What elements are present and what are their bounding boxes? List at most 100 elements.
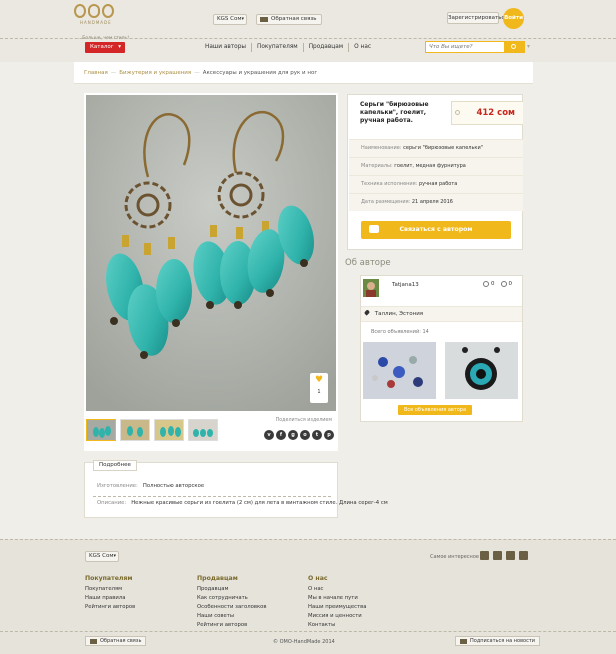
all-author-ads-button[interactable]: Все объявления автора (398, 405, 472, 415)
thumbnail-strip (86, 419, 218, 441)
share-label: Поделиться изделием (275, 418, 332, 423)
info-value: 21 апреля 2016 (411, 199, 453, 205)
thumbnail[interactable] (188, 419, 218, 441)
divider (93, 496, 331, 497)
currency-value: KGS Сом (217, 16, 242, 22)
footer-link[interactable]: Рейтинги авторов (85, 603, 135, 612)
tag-hole-icon (455, 110, 460, 115)
facebook-icon[interactable] (480, 551, 489, 560)
footer-col-sellers: Продавцам Продавцам Как сотрудничать Осо… (197, 575, 267, 630)
author-item-thumbnail[interactable] (445, 342, 518, 399)
location-text: Таллин, Эстония (374, 311, 424, 317)
facebook-icon[interactable]: f (276, 430, 286, 440)
vk-icon[interactable] (493, 551, 502, 560)
google-plus-icon[interactable]: g (288, 430, 298, 440)
catalog-button[interactable]: Каталог ▾ (85, 42, 125, 53)
nav-item-buyers[interactable]: Покупателям (252, 43, 304, 52)
thumbnail[interactable] (154, 419, 184, 441)
chat-icon (369, 225, 379, 233)
breadcrumb-separator: — (194, 69, 200, 76)
search-input[interactable] (426, 42, 505, 52)
footer-link[interactable]: Наши советы (197, 612, 267, 621)
footer-link[interactable]: Мы в начале пути (308, 594, 366, 603)
author-name[interactable]: Tatjana13 (392, 282, 419, 288)
contact-author-label: Связаться с автором (399, 226, 473, 233)
author-item-thumbnail[interactable] (363, 342, 436, 399)
negative-count: 0 (508, 281, 513, 287)
smile-icon (483, 281, 489, 287)
feedback-button[interactable]: Обратная связь (256, 14, 322, 25)
logo-subtitle: HANDMADE (80, 20, 112, 25)
site-footer: KGS Сом ▾ Самое интересное на Покупателя… (0, 539, 616, 654)
footer-link[interactable]: Покупателям (85, 585, 135, 594)
vk-icon[interactable]: v (264, 430, 274, 440)
nav-item-authors[interactable]: Наши авторы (200, 43, 252, 52)
envelope-icon (260, 17, 268, 22)
breadcrumb-category[interactable]: Бижутерия и украшения (119, 70, 191, 76)
like-button[interactable]: ♥ 1 (310, 373, 328, 403)
currency-select[interactable]: KGS Сом ▾ (213, 14, 247, 25)
location-pin-icon (363, 309, 371, 316)
footer-link[interactable]: Рейтинги авторов (197, 621, 267, 630)
footer-link[interactable]: Наши преимущества (308, 603, 366, 612)
register-button[interactable]: Зарегистрироваться (447, 12, 508, 24)
info-label: Наименование: (361, 145, 402, 151)
chevron-down-icon[interactable]: ▾ (527, 43, 530, 50)
instagram-icon[interactable] (519, 551, 528, 560)
twitter-icon[interactable]: t (312, 430, 322, 440)
odnoklassniki-icon[interactable]: o (300, 430, 310, 440)
footer-feedback-button[interactable]: Обратная связь (85, 636, 147, 646)
logo-mark (74, 4, 114, 18)
nav-item-about[interactable]: О нас (349, 43, 376, 52)
footer-divider (0, 631, 616, 632)
detail-value: Нежные красивые серьги из гоелита (2 см)… (131, 500, 388, 506)
breadcrumb-separator: — (110, 69, 117, 76)
contact-author-button[interactable]: Связаться с автором (361, 221, 511, 239)
detail-row-description: Описание: Нежные красивые серьги из гоел… (97, 500, 388, 506)
thumbnail[interactable] (86, 419, 116, 441)
search-button[interactable] (504, 42, 524, 52)
footer-link[interactable]: Продавцам (197, 585, 267, 594)
ads-count: Всего объявлений: 14 (371, 329, 429, 335)
nav-item-sellers[interactable]: Продавцам (304, 43, 350, 52)
thumbnail-image (155, 420, 183, 440)
odnoklassniki-icon[interactable] (506, 551, 515, 560)
footer-link[interactable]: Контакты (308, 621, 366, 630)
site-logo[interactable]: HANDMADE ...Больше, чем стиль! (74, 4, 130, 41)
product-photo[interactable] (86, 95, 336, 411)
earrings-image (86, 95, 336, 411)
footer-link[interactable]: Наши правила (85, 594, 135, 603)
pinterest-icon[interactable]: p (324, 430, 334, 440)
footer-link[interactable]: О нас (308, 585, 366, 594)
search-box (425, 41, 525, 53)
footer-col-title: О нас (308, 575, 328, 582)
breadcrumb-current: Аксессуары и украшения для рук и ног (202, 69, 318, 76)
newspaper-icon (460, 638, 467, 644)
chevron-down-icon: ▾ (241, 16, 244, 22)
like-count: 1 (317, 389, 321, 395)
product-title: Серьги "бирюзовые капельки", гоелит, руч… (360, 101, 429, 124)
details-tab[interactable]: Подробнее (93, 460, 137, 471)
footer-currency-select[interactable]: KGS Сом ▾ (85, 551, 119, 562)
avatar[interactable] (363, 279, 379, 297)
footer-col-buyers: Покупателям Покупателям Наши правила Рей… (85, 575, 135, 612)
footer-link[interactable]: Миссия и ценности (308, 612, 366, 621)
subscribe-label: Подписаться на новости (470, 638, 535, 644)
login-button[interactable]: Войти (503, 8, 524, 29)
avatar-image (363, 279, 379, 297)
thumbnail-image (121, 420, 149, 440)
info-label: Техника исполнения: (361, 181, 418, 187)
thumbnail[interactable] (120, 419, 150, 441)
details-panel: Подробнее Изготовление: Полностью авторс… (84, 460, 388, 518)
footer-link[interactable]: Как сотрудничать (197, 594, 267, 603)
footer-link[interactable]: Особенности заголовков (197, 603, 267, 612)
author-location: Таллин, Эстония (361, 306, 522, 322)
heart-icon: ♥ (314, 375, 324, 385)
breadcrumb-home[interactable]: Главная (84, 70, 108, 76)
negative-rating: 0 (500, 281, 513, 287)
chevron-down-icon: ▾ (113, 553, 116, 559)
author-ratings: 0 0 (483, 281, 512, 287)
info-row-technique: Техника исполнения: ручная работа (349, 175, 523, 193)
subscribe-button[interactable]: Подписаться на новости (455, 636, 540, 646)
site-header: HANDMADE ...Больше, чем стиль! KGS Сом ▾… (0, 0, 616, 62)
